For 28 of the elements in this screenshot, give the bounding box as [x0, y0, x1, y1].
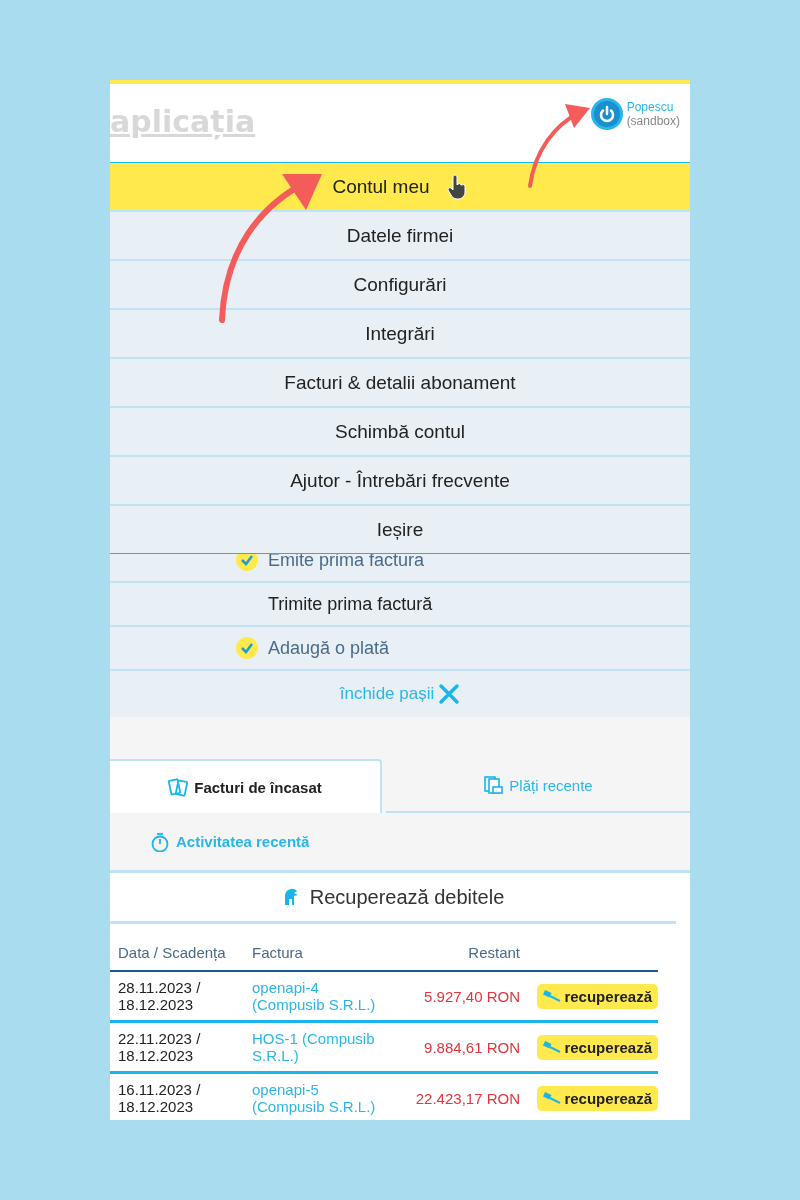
recover-button[interactable]: recuperează	[537, 1034, 658, 1060]
pointer-cursor-icon	[445, 173, 468, 200]
stopwatch-icon	[150, 831, 170, 852]
section-title: Recuperează debitele	[309, 885, 505, 909]
amount-cell: 5.927,40 RON	[392, 971, 520, 1022]
amount-cell: 9.884,61 RON	[392, 1021, 520, 1073]
recover-button[interactable]: recuperează	[537, 1085, 658, 1111]
menu-item[interactable]: Contul meu	[110, 163, 690, 212]
check-icon	[236, 637, 258, 659]
column-header: Data / Scadența	[110, 934, 244, 971]
step-label: Adaugă o plată	[268, 637, 390, 659]
date-cell: 22.11.2023 / 18.12.2023	[110, 1021, 244, 1073]
power-icon[interactable]	[590, 98, 623, 130]
date-cell: 28.11.2023 / 18.12.2023	[110, 971, 244, 1022]
account-label: (sandbox)	[626, 114, 680, 128]
column-header: Factura	[244, 934, 392, 971]
amount-cell: 22.423,17 RON	[392, 1072, 520, 1120]
recover-button[interactable]: recuperează	[537, 983, 658, 1009]
tab[interactable]: Facturi de încasat	[110, 759, 382, 813]
step-label: Trimite prima factură	[268, 593, 433, 615]
gavel-icon	[543, 989, 562, 1003]
gavel-icon	[543, 1040, 562, 1054]
column-header: Restant	[392, 934, 520, 971]
date-cell: 16.11.2023 / 18.12.2023	[110, 1072, 244, 1120]
close-icon	[438, 683, 461, 705]
cards-icon	[168, 777, 189, 797]
gavel-icon	[543, 1091, 562, 1105]
receipts-icon	[483, 775, 504, 795]
